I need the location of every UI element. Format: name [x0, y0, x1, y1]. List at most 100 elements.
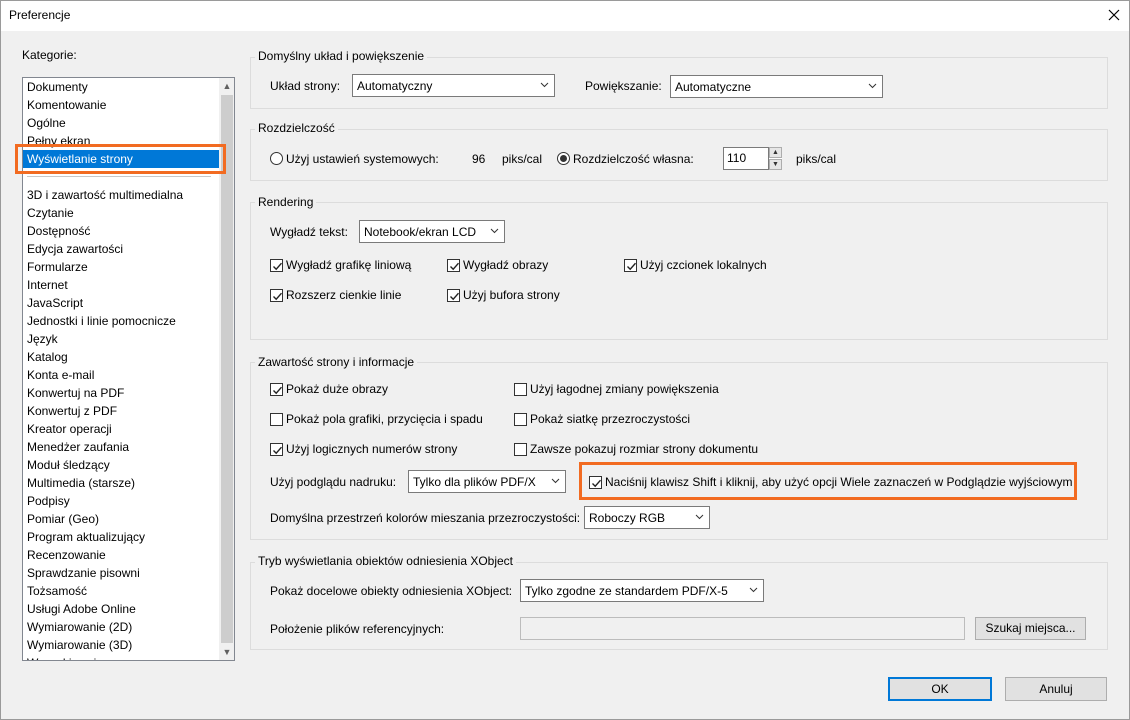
- zoom-select[interactable]: Automatyczne: [670, 75, 883, 98]
- list-item[interactable]: Pomiar (Geo): [23, 510, 219, 528]
- overprint-preview-select[interactable]: Tylko dla plików PDF/X: [408, 470, 566, 493]
- close-icon[interactable]: [1104, 5, 1124, 25]
- group-content-legend: Zawartość strony i informacje: [255, 355, 418, 369]
- custom-resolution-radio[interactable]: [557, 152, 570, 165]
- checkmark-icon: [273, 446, 283, 455]
- custom-resolution-label: Rozdzielczość własna:: [573, 152, 694, 166]
- list-item[interactable]: Recenzowanie: [23, 546, 219, 564]
- list-item[interactable]: Podpisy: [23, 492, 219, 510]
- list-item[interactable]: Konwertuj z PDF: [23, 402, 219, 420]
- enhance-thin-lines-checkbox[interactable]: [270, 289, 283, 302]
- list-item[interactable]: Usługi Adobe Online: [23, 600, 219, 618]
- list-item[interactable]: Internet: [23, 276, 219, 294]
- page-layout-label: Układ strony:: [270, 79, 341, 93]
- stepper-up-icon[interactable]: ▲: [769, 147, 782, 158]
- group-layout-zoom-legend: Domyślny układ i powiększenie: [255, 49, 428, 63]
- smooth-text-label: Wygładź tekst:: [270, 225, 348, 239]
- list-item[interactable]: Jednostki i linie pomocnicze: [23, 312, 219, 330]
- blend-space-label: Domyślna przestrzeń kolorów mieszania pr…: [270, 511, 581, 525]
- show-art-trim-bleed-label: Pokaż pola grafiki, przycięcia i spadu: [286, 412, 483, 426]
- system-resolution-radio[interactable]: [270, 152, 283, 165]
- list-item[interactable]: Moduł śledzący: [23, 456, 219, 474]
- chevron-down-icon: [490, 225, 499, 237]
- list-item[interactable]: Język: [23, 330, 219, 348]
- smooth-text-value: Notebook/ekran LCD: [364, 225, 477, 239]
- checkmark-icon: [627, 262, 637, 271]
- list-item[interactable]: Dostępność: [23, 222, 219, 240]
- list-item[interactable]: Formularze: [23, 258, 219, 276]
- cancel-button[interactable]: Anuluj: [1005, 677, 1107, 701]
- smooth-line-art-checkbox[interactable]: [270, 259, 283, 272]
- reference-location-label: Położenie plików referencyjnych:: [270, 622, 445, 636]
- xobject-show-label: Pokaż docelowe obiekty odniesienia XObje…: [270, 584, 513, 598]
- scroll-down-icon[interactable]: ▼: [219, 644, 234, 660]
- custom-resolution-unit: piks/cal: [796, 152, 837, 166]
- checkmark-icon: [273, 292, 283, 301]
- list-item[interactable]: Edycja zawartości: [23, 240, 219, 258]
- checkmark-icon: [273, 386, 283, 395]
- overprint-preview-value: Tylko dla plików PDF/X: [413, 475, 536, 489]
- show-art-trim-bleed-checkbox[interactable]: [270, 413, 283, 426]
- always-show-page-size-checkbox[interactable]: [514, 443, 527, 456]
- list-item[interactable]: Wyszukiwanie: [23, 654, 219, 660]
- list-item[interactable]: JavaScript: [23, 294, 219, 312]
- window-title: Preferencje: [9, 8, 71, 22]
- list-item[interactable]: Komentowanie: [23, 96, 219, 114]
- chevron-down-icon: [695, 511, 704, 523]
- list-item[interactable]: Czytanie: [23, 204, 219, 222]
- browse-location-button[interactable]: Szukaj miejsca...: [975, 617, 1086, 640]
- page-layout-select[interactable]: Automatyczny: [352, 74, 555, 97]
- smooth-images-label: Wygładź obrazy: [463, 258, 549, 272]
- list-item[interactable]: Katalog: [23, 348, 219, 366]
- smooth-zoom-checkbox[interactable]: [514, 383, 527, 396]
- always-show-page-size-label: Zawsze pokazuj rozmiar strony dokumentu: [530, 442, 759, 456]
- show-transparency-grid-checkbox[interactable]: [514, 413, 527, 426]
- smooth-images-checkbox[interactable]: [447, 259, 460, 272]
- highlight-selected-category: [15, 144, 226, 174]
- scroll-up-icon[interactable]: ▲: [219, 78, 234, 94]
- list-item[interactable]: Wymiarowanie (2D): [23, 618, 219, 636]
- highlight-shift-click-option: [579, 462, 1077, 500]
- chevron-down-icon: [749, 584, 758, 596]
- show-large-images-label: Pokaż duże obrazy: [286, 382, 389, 396]
- use-page-cache-label: Użyj bufora strony: [463, 288, 560, 302]
- reference-location-input[interactable]: [520, 617, 965, 640]
- list-item[interactable]: Konwertuj na PDF: [23, 384, 219, 402]
- list-item[interactable]: 3D i zawartość multimedialna: [23, 186, 219, 204]
- list-item[interactable]: Tożsamość: [23, 582, 219, 600]
- checkmark-icon: [450, 292, 460, 301]
- list-item[interactable]: Program aktualizujący: [23, 528, 219, 546]
- list-item[interactable]: Sprawdzanie pisowni: [23, 564, 219, 582]
- list-item[interactable]: Menedżer zaufania: [23, 438, 219, 456]
- system-resolution-label: Użyj ustawień systemowych:: [286, 152, 439, 166]
- list-item[interactable]: Wymiarowanie (3D): [23, 636, 219, 654]
- smooth-text-select[interactable]: Notebook/ekran LCD: [359, 220, 505, 243]
- system-resolution-unit: piks/cal: [502, 152, 543, 166]
- list-item[interactable]: Kreator operacji: [23, 420, 219, 438]
- custom-resolution-input[interactable]: 110: [723, 147, 769, 170]
- use-local-fonts-checkbox[interactable]: [624, 259, 637, 272]
- list-item[interactable]: Ogólne: [23, 114, 219, 132]
- chevron-down-icon: [540, 79, 549, 91]
- list-item[interactable]: Multimedia (starsze): [23, 474, 219, 492]
- use-page-cache-checkbox[interactable]: [447, 289, 460, 302]
- logical-page-numbers-label: Użyj logicznych numerów strony: [286, 442, 458, 456]
- scroll-thumb[interactable]: [221, 95, 233, 643]
- stepper-down-icon[interactable]: ▼: [769, 159, 782, 170]
- ok-button[interactable]: OK: [888, 677, 992, 701]
- overprint-preview-label: Użyj podglądu nadruku:: [270, 475, 397, 489]
- page-layout-value: Automatyczny: [357, 79, 433, 93]
- custom-resolution-stepper[interactable]: ▲ ▼: [769, 147, 782, 170]
- blend-space-value: Roboczy RGB: [589, 511, 666, 525]
- system-resolution-value: 96: [472, 152, 486, 166]
- logical-page-numbers-checkbox[interactable]: [270, 443, 283, 456]
- zoom-value: Automatyczne: [675, 80, 752, 94]
- xobject-show-select[interactable]: Tylko zgodne ze standardem PDF/X-5: [520, 579, 764, 602]
- show-large-images-checkbox[interactable]: [270, 383, 283, 396]
- smooth-line-art-label: Wygładź grafikę liniową: [286, 258, 412, 272]
- group-rendering-legend: Rendering: [255, 195, 317, 209]
- chevron-down-icon: [868, 80, 877, 92]
- blend-space-select[interactable]: Roboczy RGB: [584, 506, 710, 529]
- list-item[interactable]: Konta e-mail: [23, 366, 219, 384]
- list-item[interactable]: Dokumenty: [23, 78, 219, 96]
